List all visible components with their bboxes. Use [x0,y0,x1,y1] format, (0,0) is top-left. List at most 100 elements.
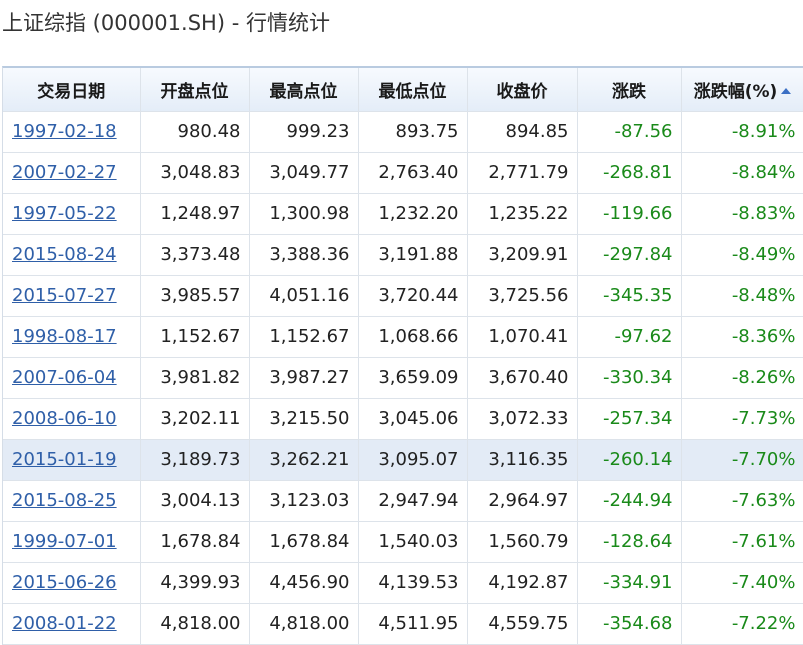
cell-low: 1,232.20 [358,193,468,235]
table-row: 2015-08-24 3,373.48 3,388.36 3,191.88 3,209.… [3,234,803,276]
cell-high: 4,456.90 [249,562,359,604]
cell-change-pct: -8.36% [681,316,803,358]
column-header-change-pct-label: 涨跌幅(%) [693,81,778,102]
cell-close: 3,670.40 [467,357,578,399]
cell-open: 1,678.84 [140,521,250,563]
cell-trade-date: 1998-08-17 [3,316,141,358]
cell-close: 1,235.22 [467,193,578,235]
cell-close: 3,116.35 [467,439,578,481]
cell-trade-date: 2008-01-22 [3,603,141,645]
column-header-close[interactable]: 收盘价 [467,68,578,112]
column-header-open[interactable]: 开盘点位 [140,68,250,112]
trade-date-link[interactable]: 2015-08-25 [12,490,117,511]
cell-trade-date: 1997-02-18 [3,111,141,153]
market-stats-table-container: 交易日期 开盘点位 最高点位 最低点位 收盘价 涨跌 涨跌幅(%) 1997-0… [2,66,803,645]
cell-change-pct: -8.91% [681,111,803,153]
cell-high: 3,215.50 [249,398,359,440]
table-row: 1997-02-18 980.48 999.23 893.75 894.85 -87.56… [3,111,803,153]
trade-date-link[interactable]: 1998-08-17 [12,326,117,347]
cell-close: 894.85 [467,111,578,153]
cell-trade-date: 2008-06-10 [3,398,141,440]
sort-ascending-icon[interactable] [781,87,792,94]
cell-change: -268.81 [577,152,682,194]
cell-open: 4,399.93 [140,562,250,604]
trade-date-link[interactable]: 1997-02-18 [12,121,117,142]
market-stats-table: 交易日期 开盘点位 最高点位 最低点位 收盘价 涨跌 涨跌幅(%) 1997-0… [3,68,803,645]
cell-change: -87.56 [577,111,682,153]
cell-change: -97.62 [577,316,682,358]
cell-high: 3,262.21 [249,439,359,481]
table-row: 2015-06-26 4,399.93 4,456.90 4,139.53 4,192.… [3,562,803,604]
cell-change: -345.35 [577,275,682,317]
cell-change: -354.68 [577,603,682,645]
table-row: 1999-07-01 1,678.84 1,678.84 1,540.03 1,560.… [3,521,803,563]
cell-close: 1,070.41 [467,316,578,358]
cell-high: 999.23 [249,111,359,153]
trade-date-link[interactable]: 1999-07-01 [12,531,117,552]
cell-open: 1,248.97 [140,193,250,235]
cell-trade-date: 1997-05-22 [3,193,141,235]
cell-low: 893.75 [358,111,468,153]
cell-open: 3,189.73 [140,439,250,481]
cell-trade-date: 2015-01-19 [3,439,141,481]
trade-date-link[interactable]: 1997-05-22 [12,203,117,224]
column-header-change-pct[interactable]: 涨跌幅(%) [681,68,803,112]
cell-trade-date: 2007-02-27 [3,152,141,194]
cell-close: 3,725.56 [467,275,578,317]
cell-trade-date: 2007-06-04 [3,357,141,399]
column-header-high[interactable]: 最高点位 [249,68,359,112]
trade-date-link[interactable]: 2007-02-27 [12,162,117,183]
trade-date-link[interactable]: 2015-01-19 [12,449,117,470]
cell-close: 4,559.75 [467,603,578,645]
cell-change-pct: -7.61% [681,521,803,563]
cell-low: 3,191.88 [358,234,468,276]
cell-low: 3,720.44 [358,275,468,317]
cell-change-pct: -8.26% [681,357,803,399]
cell-change: -330.34 [577,357,682,399]
cell-close: 3,072.33 [467,398,578,440]
cell-open: 980.48 [140,111,250,153]
cell-low: 4,511.95 [358,603,468,645]
cell-high: 3,987.27 [249,357,359,399]
cell-trade-date: 1999-07-01 [3,521,141,563]
cell-high: 1,152.67 [249,316,359,358]
cell-open: 3,985.57 [140,275,250,317]
cell-low: 1,068.66 [358,316,468,358]
trade-date-link[interactable]: 2015-08-24 [12,244,117,265]
cell-open: 3,981.82 [140,357,250,399]
cell-open: 3,373.48 [140,234,250,276]
cell-open: 3,202.11 [140,398,250,440]
table-row: 1998-08-17 1,152.67 1,152.67 1,068.66 1,070.… [3,316,803,358]
cell-low: 1,540.03 [358,521,468,563]
cell-change-pct: -8.48% [681,275,803,317]
cell-open: 3,004.13 [140,480,250,522]
table-row: 2015-01-19 3,189.73 3,262.21 3,095.07 3,116.… [3,439,803,481]
table-body: 1997-02-18 980.48 999.23 893.75 894.85 -87.56… [3,111,803,645]
cell-open: 3,048.83 [140,152,250,194]
trade-date-link[interactable]: 2008-01-22 [12,613,117,634]
cell-change: -244.94 [577,480,682,522]
cell-low: 3,095.07 [358,439,468,481]
cell-high: 3,123.03 [249,480,359,522]
table-row: 2007-02-27 3,048.83 3,049.77 2,763.40 2,771.… [3,152,803,194]
cell-low: 3,045.06 [358,398,468,440]
column-header-trade-date[interactable]: 交易日期 [3,68,141,112]
cell-trade-date: 2015-06-26 [3,562,141,604]
cell-close: 2,771.79 [467,152,578,194]
cell-change-pct: -7.63% [681,480,803,522]
cell-close: 3,209.91 [467,234,578,276]
cell-high: 3,049.77 [249,152,359,194]
cell-change-pct: -8.84% [681,152,803,194]
cell-close: 1,560.79 [467,521,578,563]
trade-date-link[interactable]: 2015-07-27 [12,285,117,306]
column-header-change[interactable]: 涨跌 [577,68,682,112]
table-header-row: 交易日期 开盘点位 最高点位 最低点位 收盘价 涨跌 涨跌幅(%) [3,68,803,112]
cell-close: 2,964.97 [467,480,578,522]
cell-change-pct: -7.70% [681,439,803,481]
trade-date-link[interactable]: 2015-06-26 [12,572,117,593]
cell-change: -260.14 [577,439,682,481]
column-header-low[interactable]: 最低点位 [358,68,468,112]
trade-date-link[interactable]: 2007-06-04 [12,367,117,388]
cell-change-pct: -7.73% [681,398,803,440]
trade-date-link[interactable]: 2008-06-10 [12,408,117,429]
